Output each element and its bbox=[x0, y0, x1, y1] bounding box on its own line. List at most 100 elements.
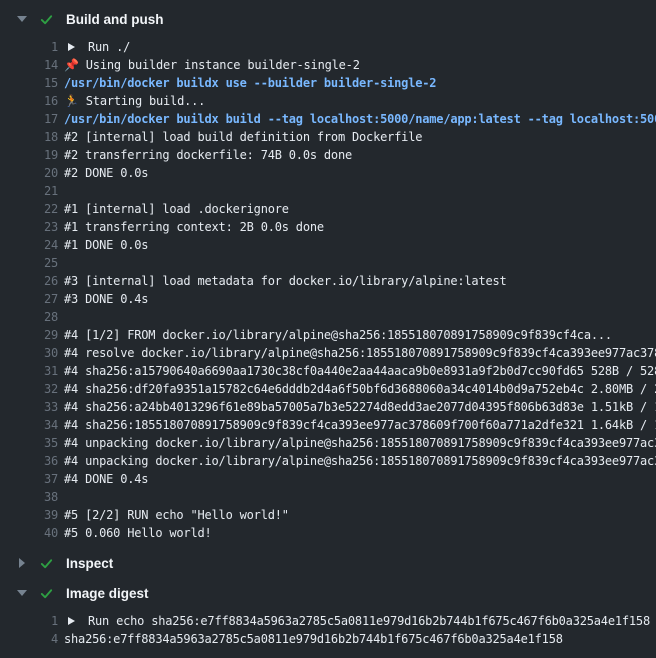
log-text: 🏃 Starting build... bbox=[64, 94, 205, 108]
chevron-down-icon[interactable] bbox=[16, 16, 28, 22]
log-line: 4 sha256:e7ff8834a5963a2785c5a0811e979d1… bbox=[0, 630, 656, 648]
log-text: /usr/bin/docker buildx build --tag local… bbox=[64, 112, 656, 126]
log-line: 20 #2 DONE 0.0s bbox=[0, 164, 656, 182]
section-title[interactable]: Build and push bbox=[66, 12, 164, 27]
line-number[interactable]: 17 bbox=[0, 112, 58, 126]
line-number[interactable]: 39 bbox=[0, 508, 58, 522]
log-line: 39 #5 [2/2] RUN echo "Hello world!" bbox=[0, 506, 656, 524]
log-line: 33 #4 sha256:a24bb4013296f61e89ba57005a7… bbox=[0, 398, 656, 416]
check-icon bbox=[38, 11, 54, 27]
log-text: #2 [internal] load build definition from… bbox=[64, 130, 422, 144]
log-text: 📌 Using builder instance builder-single-… bbox=[64, 58, 360, 72]
log-line: 19 #2 transferring dockerfile: 74B 0.0s … bbox=[0, 146, 656, 164]
line-number[interactable]: 40 bbox=[0, 526, 58, 540]
log-line: 18 #2 [internal] load build definition f… bbox=[0, 128, 656, 146]
line-number[interactable]: 33 bbox=[0, 400, 58, 414]
expand-run-icon[interactable] bbox=[68, 617, 75, 625]
log-text: #4 [1/2] FROM docker.io/library/alpine@s… bbox=[64, 328, 612, 342]
log-text: #4 unpacking docker.io/library/alpine@sh… bbox=[64, 436, 656, 450]
log-text: #2 transferring dockerfile: 74B 0.0s don… bbox=[64, 148, 352, 162]
line-number[interactable]: 32 bbox=[0, 382, 58, 396]
log-text: Run echo sha256:e7ff8834a5963a2785c5a081… bbox=[88, 614, 650, 628]
line-number[interactable]: 23 bbox=[0, 220, 58, 234]
log-line: 17 /usr/bin/docker buildx build --tag lo… bbox=[0, 110, 656, 128]
line-number[interactable]: 29 bbox=[0, 328, 58, 342]
log-text: #4 resolve docker.io/library/alpine@sha2… bbox=[64, 346, 656, 360]
log-section: Build and push 1 Run ./ 14 📌 Using build… bbox=[0, 4, 656, 548]
line-number[interactable]: 18 bbox=[0, 130, 58, 144]
log-line: 36 #4 unpacking docker.io/library/alpine… bbox=[0, 452, 656, 470]
line-number[interactable]: 36 bbox=[0, 454, 58, 468]
section-title[interactable]: Inspect bbox=[66, 556, 113, 571]
log-line: 15 /usr/bin/docker buildx use --builder … bbox=[0, 74, 656, 92]
section-log-lines: 1 Run echo sha256:e7ff8834a5963a2785c5a0… bbox=[0, 608, 656, 654]
section-log-lines: 1 Run ./ 14 📌 Using builder instance bui… bbox=[0, 34, 656, 548]
log-line: 34 #4 sha256:185518070891758909c9f839cf4… bbox=[0, 416, 656, 434]
line-number[interactable]: 22 bbox=[0, 202, 58, 216]
section-header-image-digest[interactable]: Image digest bbox=[0, 578, 656, 608]
log-text: #2 DONE 0.0s bbox=[64, 166, 148, 180]
line-number[interactable]: 26 bbox=[0, 274, 58, 288]
chevron-right-icon[interactable] bbox=[16, 558, 28, 568]
log-text: #5 [2/2] RUN echo "Hello world!" bbox=[64, 508, 289, 522]
line-number[interactable]: 14 bbox=[0, 58, 58, 72]
line-number[interactable]: 1 bbox=[0, 614, 58, 628]
expand-run-icon[interactable] bbox=[68, 43, 75, 51]
log-text: #4 sha256:a24bb4013296f61e89ba57005a7b3e… bbox=[64, 400, 656, 414]
log-text: /usr/bin/docker buildx use --builder bui… bbox=[64, 76, 436, 90]
line-number[interactable]: 34 bbox=[0, 418, 58, 432]
log-line: 25 bbox=[0, 254, 656, 272]
line-number[interactable]: 15 bbox=[0, 76, 58, 90]
log-line: 30 #4 resolve docker.io/library/alpine@s… bbox=[0, 344, 656, 362]
line-number[interactable]: 19 bbox=[0, 148, 58, 162]
line-number[interactable]: 24 bbox=[0, 238, 58, 252]
log-line: 16 🏃 Starting build... bbox=[0, 92, 656, 110]
log-line: 14 📌 Using builder instance builder-sing… bbox=[0, 56, 656, 74]
check-icon bbox=[38, 555, 54, 571]
log-line: 31 #4 sha256:a15790640a6690aa1730c38cf0a… bbox=[0, 362, 656, 380]
line-number[interactable]: 35 bbox=[0, 436, 58, 450]
line-number[interactable]: 25 bbox=[0, 256, 58, 270]
line-number[interactable]: 4 bbox=[0, 632, 58, 646]
log-line: 1 Run ./ bbox=[0, 38, 656, 56]
log-text: #5 0.060 Hello world! bbox=[64, 526, 212, 540]
chevron-down-icon[interactable] bbox=[16, 590, 28, 596]
line-number[interactable]: 27 bbox=[0, 292, 58, 306]
line-number[interactable]: 20 bbox=[0, 166, 58, 180]
line-number[interactable]: 38 bbox=[0, 490, 58, 504]
line-number[interactable]: 21 bbox=[0, 184, 58, 198]
log-text: #4 sha256:df20fa9351a15782c64e6dddb2d4a6… bbox=[64, 382, 656, 396]
log-line: 40 #5 0.060 Hello world! bbox=[0, 524, 656, 542]
line-number[interactable]: 28 bbox=[0, 310, 58, 324]
line-number[interactable]: 30 bbox=[0, 346, 58, 360]
log-text: #3 DONE 0.4s bbox=[64, 292, 148, 306]
log-line: 29 #4 [1/2] FROM docker.io/library/alpin… bbox=[0, 326, 656, 344]
log-line: 23 #1 transferring context: 2B 0.0s done bbox=[0, 218, 656, 236]
log-text: #4 sha256:185518070891758909c9f839cf4ca3… bbox=[64, 418, 656, 432]
log-text: #1 transferring context: 2B 0.0s done bbox=[64, 220, 324, 234]
log-line: 26 #3 [internal] load metadata for docke… bbox=[0, 272, 656, 290]
log-text: #3 [internal] load metadata for docker.i… bbox=[64, 274, 507, 288]
log-text: #1 [internal] load .dockerignore bbox=[64, 202, 289, 216]
log-line: 37 #4 DONE 0.4s bbox=[0, 470, 656, 488]
log-section: Inspect bbox=[0, 548, 656, 578]
log-text: Run ./ bbox=[88, 40, 130, 54]
log-line: 22 #1 [internal] load .dockerignore bbox=[0, 200, 656, 218]
line-number[interactable]: 31 bbox=[0, 364, 58, 378]
line-number[interactable]: 1 bbox=[0, 40, 58, 54]
log-line: 38 bbox=[0, 488, 656, 506]
log-line: 1 Run echo sha256:e7ff8834a5963a2785c5a0… bbox=[0, 612, 656, 630]
log-line: 32 #4 sha256:df20fa9351a15782c64e6dddb2d… bbox=[0, 380, 656, 398]
section-header-inspect[interactable]: Inspect bbox=[0, 548, 656, 578]
section-header-build-and-push[interactable]: Build and push bbox=[0, 4, 656, 34]
log-text: #1 DONE 0.0s bbox=[64, 238, 148, 252]
section-title[interactable]: Image digest bbox=[66, 586, 149, 601]
log-line: 28 bbox=[0, 308, 656, 326]
log-line: 27 #3 DONE 0.4s bbox=[0, 290, 656, 308]
log-line: 35 #4 unpacking docker.io/library/alpine… bbox=[0, 434, 656, 452]
line-number[interactable]: 16 bbox=[0, 94, 58, 108]
line-number[interactable]: 37 bbox=[0, 472, 58, 486]
log-line: 24 #1 DONE 0.0s bbox=[0, 236, 656, 254]
workflow-log-viewer: Build and push 1 Run ./ 14 📌 Using build… bbox=[0, 4, 656, 654]
log-text: sha256:e7ff8834a5963a2785c5a0811e979d16b… bbox=[64, 632, 563, 646]
